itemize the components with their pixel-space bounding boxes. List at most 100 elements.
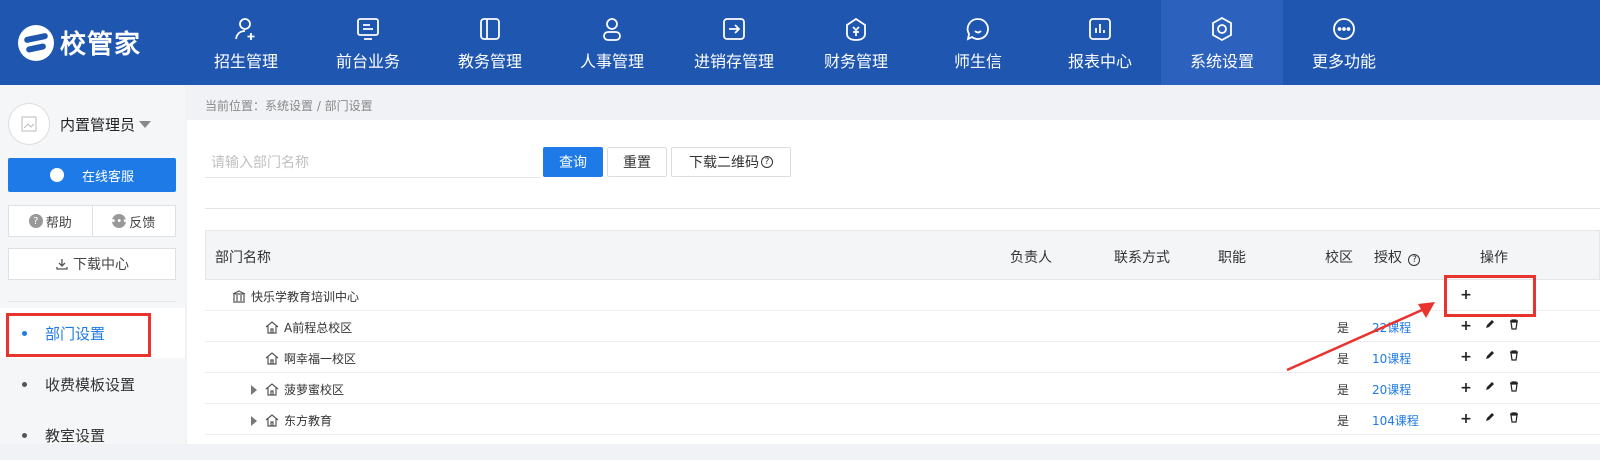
nav-label: 更多功能: [1311, 51, 1376, 71]
edit-icon[interactable]: [1482, 380, 1498, 396]
help-feedback-row: ? 帮助 ••• 反馈: [8, 205, 176, 237]
nav-item-more[interactable]: 更多功能: [1283, 0, 1405, 85]
sidebar-item-fee-template[interactable]: 收费模板设置: [0, 359, 185, 409]
app-logo[interactable]: 校管家: [18, 24, 141, 61]
service-icon: [49, 168, 64, 182]
edit-icon[interactable]: [1482, 411, 1498, 427]
feedback-label: 反馈: [129, 215, 156, 231]
department-name-cell: 菠萝蜜校区: [251, 381, 344, 398]
nav-label: 人事管理: [579, 51, 644, 71]
header-auth: 授权 ?: [1374, 247, 1421, 267]
download-qrcode-button[interactable]: 下载二维码 ?: [671, 147, 791, 177]
nav-label: 招生管理: [213, 51, 278, 71]
nav-item-academic[interactable]: 教务管理: [429, 0, 551, 85]
auth-courses-link[interactable]: 20课程: [1372, 381, 1411, 398]
nav-item-hr[interactable]: 人事管理: [551, 0, 673, 85]
expand-arrow-icon[interactable]: [251, 384, 257, 395]
sidebar-item-classroom[interactable]: 教室设置: [0, 410, 185, 460]
campus-flag: 是: [1337, 414, 1350, 428]
main-nav: 招生管理 前台业务 教务管理 人事管理 进销存管理 财务管理 师生信 报表中心: [185, 0, 1405, 85]
logo-text: 校管家: [60, 30, 142, 60]
settings-hexagon-icon: [1207, 14, 1237, 44]
row-actions: +: [1458, 411, 1522, 427]
avatar-placeholder-icon: [21, 116, 37, 132]
department-name: 快乐学教育培训中心: [251, 290, 360, 304]
house-icon: [265, 352, 279, 365]
help-circle-icon[interactable]: ?: [1408, 254, 1421, 266]
add-child-button[interactable]: +: [1458, 349, 1474, 365]
monitor-icon: [353, 14, 383, 44]
auth-courses-link[interactable]: 104课程: [1372, 412, 1419, 429]
edit-icon[interactable]: [1482, 349, 1498, 365]
row-actions: +: [1458, 349, 1522, 365]
online-service-button[interactable]: 在线客服: [8, 158, 176, 192]
caret-down-icon: [139, 120, 152, 128]
book-icon: [475, 14, 505, 44]
person-icon: [597, 14, 627, 44]
nav-item-inventory[interactable]: 进销存管理: [673, 0, 795, 85]
header-campus: 校区: [1325, 250, 1353, 266]
bullet-icon: [22, 381, 27, 387]
nav-label: 前台业务: [335, 51, 400, 71]
feedback-button[interactable]: ••• 反馈: [91, 206, 176, 236]
nav-label: 进销存管理: [693, 51, 774, 71]
delete-icon[interactable]: [1506, 318, 1522, 334]
download-center-button[interactable]: 下载中心: [8, 248, 176, 280]
question-icon: ?: [28, 214, 43, 228]
department-search-input[interactable]: [205, 148, 540, 178]
highlight-box: [6, 313, 151, 357]
sidebar-item-label: 教室设置: [45, 426, 106, 445]
row-actions: +: [1458, 318, 1522, 334]
user-name: 内置管理员: [60, 115, 136, 134]
edit-icon[interactable]: [1482, 318, 1498, 334]
department-name-cell: 东方教育: [251, 412, 332, 429]
nav-item-system-settings[interactable]: 系统设置: [1161, 0, 1283, 85]
house-icon: [265, 383, 279, 396]
sidebar: 内置管理员 在线客服 ? 帮助 ••• 反馈 下载中心 部门设置 收费模板设置 …: [0, 85, 185, 445]
help-circle-icon: ?: [761, 156, 773, 168]
add-child-button[interactable]: +: [1458, 380, 1474, 396]
nav-item-reports[interactable]: 报表中心: [1039, 0, 1161, 85]
nav-label: 财务管理: [823, 51, 888, 71]
chat-bubble-icon: [963, 14, 993, 44]
reset-button[interactable]: 重置: [607, 147, 667, 177]
breadcrumb: 当前位置：系统设置 / 部门设置: [205, 99, 373, 113]
department-name-cell: A前程总校区: [265, 319, 352, 336]
department-name: 菠萝蜜校区: [284, 383, 345, 397]
header-ops: 操作: [1480, 250, 1508, 266]
user-menu[interactable]: 内置管理员: [8, 103, 152, 145]
expand-arrow-icon[interactable]: [251, 415, 257, 426]
table-header: 部门名称 负责人 联系方式 职能 校区 授权 ? 操作: [205, 230, 1600, 280]
delete-icon[interactable]: [1506, 349, 1522, 365]
delete-icon[interactable]: [1506, 411, 1522, 427]
query-button[interactable]: 查询: [543, 147, 603, 177]
row-actions: +: [1458, 380, 1522, 396]
nav-item-admissions[interactable]: 招生管理: [185, 0, 307, 85]
divider: [205, 208, 1600, 209]
house-icon: [265, 414, 279, 427]
institution-icon: [232, 290, 246, 303]
sidebar-divider: [8, 301, 176, 302]
department-name-cell: 快乐学教育培训中心: [232, 288, 359, 305]
header-name: 部门名称: [215, 250, 271, 266]
download-qrcode-label: 下载二维码: [689, 155, 759, 171]
add-child-button[interactable]: +: [1458, 318, 1474, 334]
user-plus-icon: [231, 14, 261, 44]
download-icon: [56, 259, 68, 270]
nav-label: 报表中心: [1067, 51, 1132, 71]
nav-label: 系统设置: [1189, 51, 1254, 71]
header-auth-label: 授权: [1374, 250, 1402, 266]
nav-item-finance[interactable]: 财务管理: [795, 0, 917, 85]
header-manager: 负责人: [1010, 250, 1052, 266]
add-child-button[interactable]: +: [1458, 411, 1474, 427]
annotation-arrow: [1286, 302, 1435, 372]
department-name-cell: 啊幸福一校区: [265, 350, 356, 367]
delete-icon[interactable]: [1506, 380, 1522, 396]
nav-label: 教务管理: [457, 51, 522, 71]
download-center-label: 下载中心: [73, 257, 129, 273]
help-button[interactable]: ? 帮助: [9, 206, 92, 236]
nav-item-messages[interactable]: 师生信: [917, 0, 1039, 85]
nav-item-front-desk[interactable]: 前台业务: [307, 0, 429, 85]
logo-icon: [18, 24, 54, 61]
arrow-box-icon: [719, 14, 749, 44]
